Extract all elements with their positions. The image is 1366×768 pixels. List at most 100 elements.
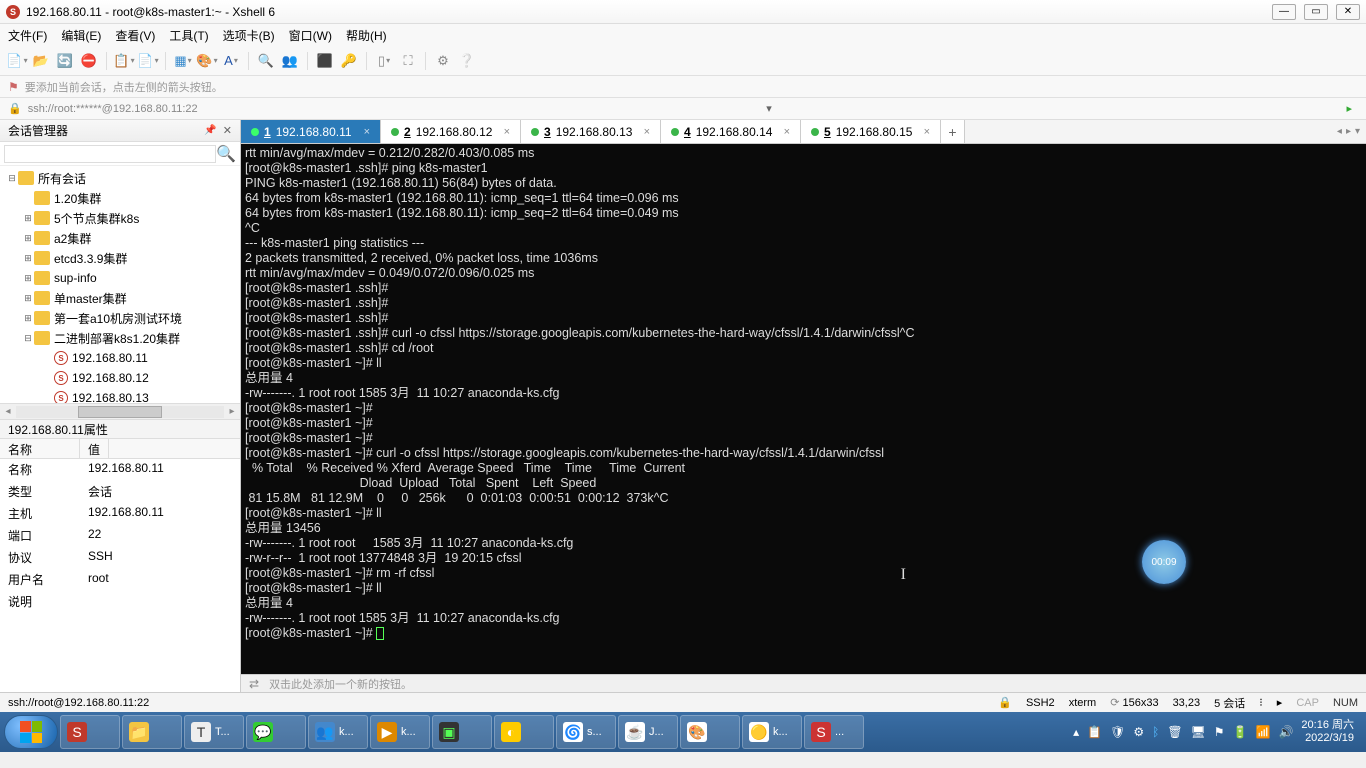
layout-icon[interactable]: ▯	[375, 52, 393, 70]
grid-icon[interactable]: ▦	[174, 52, 192, 70]
tab-5[interactable]: 5192.168.80.15×	[801, 120, 941, 143]
copy-icon[interactable]: 📋	[115, 52, 133, 70]
paste-icon[interactable]: 📄	[139, 52, 157, 70]
disconnect-icon[interactable]: ⛔	[80, 52, 98, 70]
addr-go-icon[interactable]: ▸	[1340, 102, 1358, 115]
menu-edit[interactable]: 编辑(E)	[61, 27, 101, 44]
minimize-button[interactable]: —	[1272, 4, 1296, 20]
stop-icon[interactable]: ⬛	[316, 52, 334, 70]
pin-icon[interactable]: 📌	[204, 125, 216, 136]
tab-close-icon[interactable]: ×	[364, 126, 370, 138]
menu-tools[interactable]: 工具(T)	[169, 27, 208, 44]
scroll-right-icon[interactable]: ▸	[224, 406, 240, 417]
quickbar-menu-icon[interactable]: ⇄	[249, 677, 259, 691]
fullscreen-icon[interactable]: ⛶	[399, 52, 417, 70]
battery-icon[interactable]: 🔋	[1233, 725, 1248, 739]
task-item[interactable]: 🌀s...	[556, 715, 616, 749]
help-icon[interactable]: ❔	[458, 52, 476, 70]
scroll-thumb[interactable]	[78, 406, 161, 418]
terminal[interactable]: rtt min/avg/max/mdev = 0.212/0.282/0.403…	[241, 144, 1366, 674]
tab-add-button[interactable]: +	[941, 120, 965, 143]
tray-icon[interactable]: 🛡	[1110, 725, 1125, 739]
task-item[interactable]: 📁	[122, 715, 182, 749]
open-session-icon[interactable]: 📂	[32, 52, 50, 70]
terminal-line: [root@k8s-master1 .ssh]#	[245, 281, 1362, 296]
addr-dropdown-icon[interactable]: ▾	[760, 102, 778, 115]
quick-button-bar[interactable]: ⇄ 双击此处添加一个新的按钮。	[241, 674, 1366, 692]
find-icon[interactable]: 🔍	[257, 52, 275, 70]
tab-2[interactable]: 2192.168.80.12×	[381, 120, 521, 143]
tree-session[interactable]: S192.168.80.13	[0, 388, 240, 403]
task-item[interactable]: ▶k...	[370, 715, 430, 749]
task-item[interactable]: 💬	[246, 715, 306, 749]
task-item[interactable]: S...	[804, 715, 864, 749]
tray-up-icon[interactable]: ▴	[1073, 725, 1079, 739]
flag-icon[interactable]: ⚑	[1214, 725, 1225, 739]
terminal-line: --- k8s-master1 ping statistics ---	[245, 236, 1362, 251]
tree-folder[interactable]: ⊞etcd3.3.9集群	[0, 248, 240, 268]
menu-tab[interactable]: 选项卡(B)	[223, 27, 275, 44]
key-icon[interactable]: 🔑	[340, 52, 358, 70]
scroll-track[interactable]	[16, 406, 224, 418]
users-icon[interactable]: 👥	[281, 52, 299, 70]
tab-label: 192.168.80.13	[556, 125, 633, 139]
tree-folder[interactable]: 1.20集群	[0, 188, 240, 208]
sidebar-hscroll[interactable]: ◂ ▸	[0, 403, 240, 419]
search-icon[interactable]: 🔍	[216, 144, 236, 164]
menu-window[interactable]: 窗口(W)	[289, 27, 332, 44]
tab-close-icon[interactable]: ×	[504, 126, 510, 138]
settings-icon[interactable]: ⚙	[434, 52, 452, 70]
reconnect-icon[interactable]: 🔄	[56, 52, 74, 70]
close-button[interactable]: ✕	[1336, 4, 1360, 20]
color-icon[interactable]: 🎨	[198, 52, 216, 70]
tab-close-icon[interactable]: ×	[924, 126, 930, 138]
tree-folder[interactable]: ⊞单master集群	[0, 288, 240, 308]
tray-icon[interactable]: 📋	[1087, 725, 1102, 739]
volume-icon[interactable]: 🔊	[1278, 725, 1293, 739]
start-button[interactable]	[4, 715, 58, 749]
session-tree[interactable]: ⊟所有会话 1.20集群 ⊞5个节点集群k8s ⊞a2集群 ⊞etcd3.3.9…	[0, 166, 240, 403]
menu-help[interactable]: 帮助(H)	[346, 27, 387, 44]
tree-folder[interactable]: ⊞第一套a10机房测试环境	[0, 308, 240, 328]
tree-session[interactable]: S192.168.80.11	[0, 348, 240, 368]
tree-session[interactable]: S192.168.80.12	[0, 368, 240, 388]
bluetooth-icon[interactable]: ᛒ	[1152, 725, 1159, 739]
status-overflow-icon[interactable]: ⁝	[1259, 696, 1263, 709]
tab-close-icon[interactable]: ×	[784, 126, 790, 138]
task-item[interactable]: 👥k...	[308, 715, 368, 749]
tree-root[interactable]: ⊟所有会话	[0, 168, 240, 188]
scroll-left-icon[interactable]: ◂	[0, 406, 16, 417]
tray-icon[interactable]: 🗑	[1167, 725, 1182, 739]
new-session-icon[interactable]: 📄	[8, 52, 26, 70]
tree-folder-open[interactable]: ⊟二进制部署k8s1.20集群	[0, 328, 240, 348]
font-icon[interactable]: A	[222, 52, 240, 70]
task-item[interactable]: ☕J...	[618, 715, 678, 749]
task-item[interactable]: 🎨	[680, 715, 740, 749]
task-item[interactable]: TT...	[184, 715, 244, 749]
menu-view[interactable]: 查看(V)	[115, 27, 155, 44]
task-item[interactable]: 🟡k...	[742, 715, 802, 749]
tray-icon[interactable]: ⚙	[1133, 725, 1144, 739]
taskbar-clock[interactable]: 20:16 周六 2022/3/19	[1301, 719, 1354, 745]
tab-scroll-left-icon[interactable]: ◂	[1337, 126, 1342, 137]
tree-folder[interactable]: ⊞5个节点集群k8s	[0, 208, 240, 228]
search-input[interactable]	[4, 145, 216, 163]
tab-3[interactable]: 3192.168.80.13×	[521, 120, 661, 143]
maximize-button[interactable]: ▭	[1304, 4, 1328, 20]
task-item[interactable]: ◐	[494, 715, 554, 749]
task-item[interactable]: S	[60, 715, 120, 749]
menu-file[interactable]: 文件(F)	[8, 27, 47, 44]
tree-folder[interactable]: ⊞sup-info	[0, 268, 240, 288]
status-expand-icon[interactable]: ▸	[1277, 696, 1283, 709]
tree-folder[interactable]: ⊞a2集群	[0, 228, 240, 248]
tab-scroll-right-icon[interactable]: ▸	[1346, 126, 1351, 137]
network-icon[interactable]: 📶	[1256, 725, 1271, 739]
toolbar-sep	[307, 52, 308, 70]
tab-close-icon[interactable]: ×	[644, 126, 650, 138]
tab-4[interactable]: 4192.168.80.14×	[661, 120, 801, 143]
tray-icon[interactable]: 🖥	[1191, 725, 1206, 739]
tab-1[interactable]: 1192.168.80.11×	[241, 120, 381, 143]
sidebar-close-icon[interactable]: ✕	[223, 124, 232, 137]
tab-menu-icon[interactable]: ▾	[1355, 126, 1360, 137]
task-item[interactable]: ▣	[432, 715, 492, 749]
